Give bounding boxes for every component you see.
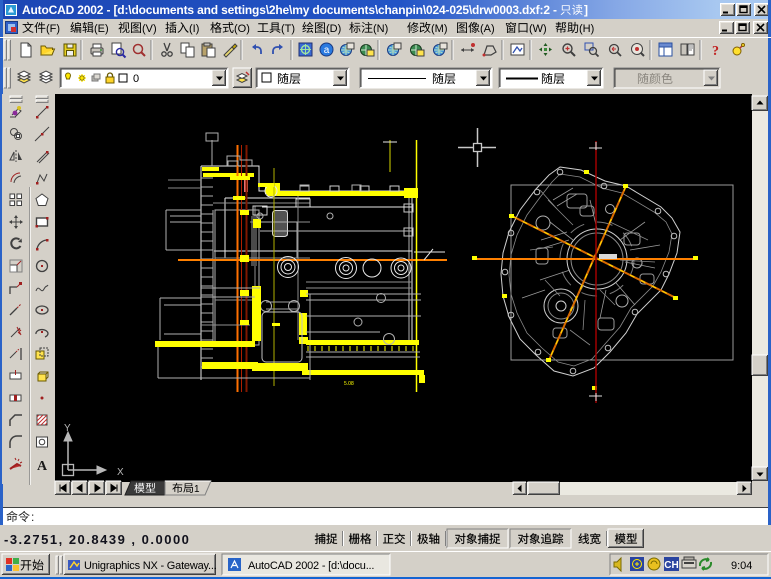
svg-text:AutoCAD 2002 - [d:\docu...: AutoCAD 2002 - [d:\docu... <box>248 560 374 572</box>
svg-text:CH: CH <box>664 560 678 571</box>
svg-text:X: X <box>117 467 124 478</box>
svg-text:Unigraphics NX - Gateway...: Unigraphics NX - Gateway... <box>84 560 217 572</box>
svg-text:Y: Y <box>64 423 71 434</box>
svg-text:9:04: 9:04 <box>731 560 752 572</box>
svg-text:5.08: 5.08 <box>344 381 354 387</box>
